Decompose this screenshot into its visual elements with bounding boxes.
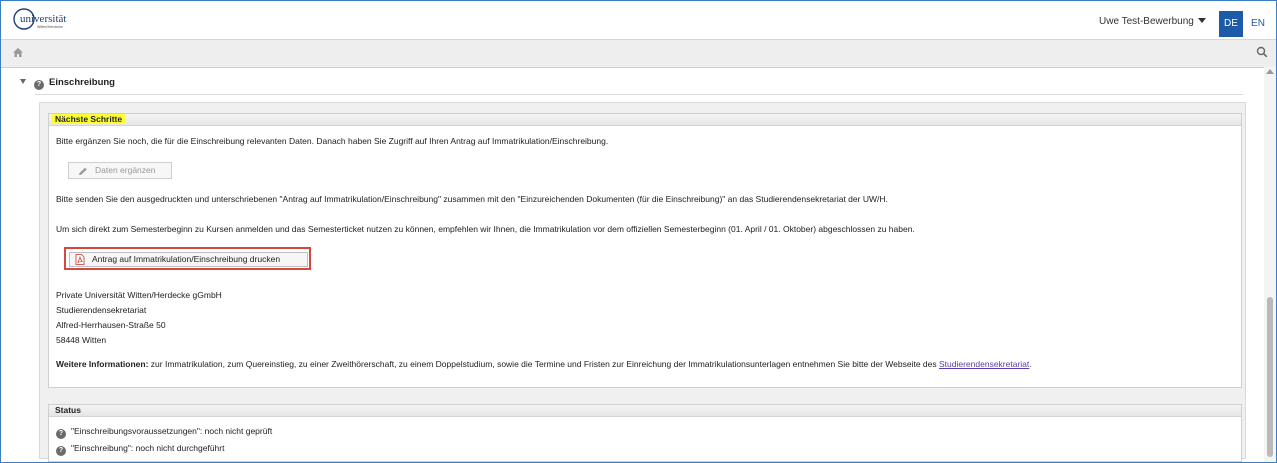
- print-application-label: Antrag auf Immatrikulation/Einschreibung…: [92, 254, 281, 264]
- status-item: ? "Einschreibungsvoraussetzungen": noch n…: [56, 426, 272, 439]
- caret-down-icon: [1197, 18, 1206, 23]
- search-icon[interactable]: [1256, 46, 1268, 60]
- address-line: Studierendensekretariat: [56, 305, 147, 315]
- complete-data-label: Daten ergänzen: [95, 165, 156, 175]
- window-frame: universität Witten/Herdecke Uwe Test-Bew…: [0, 0, 1277, 463]
- collapse-triangle-icon[interactable]: [20, 79, 26, 84]
- status-item: ? "Einschreibung": noch nicht durchgeführ…: [56, 443, 224, 456]
- complete-data-button[interactable]: Daten ergänzen: [68, 162, 172, 179]
- more-info-label: Weitere Informationen:: [56, 359, 149, 369]
- more-info-text: Weitere Informationen: zur Immatrikulati…: [56, 359, 1032, 369]
- status-item-text: "Einschreibung": noch nicht durchgeführt: [71, 443, 225, 453]
- status-title: Status: [55, 405, 81, 415]
- address-line: Private Universität Witten/Herdecke gGmb…: [56, 290, 222, 300]
- more-info-body: zur Immatrikulation, zum Quereinstieg, z…: [148, 359, 939, 369]
- pdf-icon: [75, 254, 85, 269]
- scrollbar[interactable]: [1264, 67, 1276, 462]
- intro-text: Bitte ergänzen Sie noch, die für die Ein…: [56, 136, 609, 146]
- address-line: 58448 Witten: [56, 335, 107, 345]
- print-application-button[interactable]: Antrag auf Immatrikulation/Einschreibung…: [64, 247, 311, 270]
- more-info-end: .: [1029, 359, 1032, 369]
- section-header[interactable]: ? Einschreibung: [20, 77, 115, 90]
- question-icon: ?: [34, 80, 44, 90]
- status-header: Status: [49, 405, 1241, 417]
- question-icon: ?: [56, 446, 66, 456]
- language-de[interactable]: DE: [1219, 11, 1243, 37]
- home-icon[interactable]: [12, 47, 24, 60]
- scrollbar-thumb[interactable]: [1267, 297, 1273, 457]
- pencil-icon: [78, 166, 88, 181]
- next-steps-header: Nächste Schritte: [49, 114, 1241, 126]
- status-panel: Status ? "Einschreibungsvoraussetzungen":…: [48, 404, 1242, 462]
- language-en[interactable]: EN: [1246, 11, 1270, 37]
- section-title: Einschreibung: [49, 77, 115, 88]
- university-logo[interactable]: universität Witten/Herdecke: [13, 7, 81, 31]
- address-line: Alfred-Herrhausen-Straße 50: [56, 320, 166, 330]
- status-item-text: "Einschreibungsvoraussetzungen": noch ni…: [71, 426, 273, 436]
- svg-text:Witten/Herdecke: Witten/Herdecke: [37, 25, 63, 29]
- svg-text:universität: universität: [20, 13, 66, 25]
- user-menu-label: Uwe Test-Bewerbung: [1099, 16, 1194, 27]
- nav-bar: [1, 39, 1276, 68]
- print-application-inner[interactable]: Antrag auf Immatrikulation/Einschreibung…: [69, 252, 308, 267]
- scroll-up-icon[interactable]: [1266, 69, 1274, 74]
- next-steps-panel: Nächste Schritte Bitte ergänzen Sie noch…: [48, 113, 1242, 388]
- top-bar: universität Witten/Herdecke Uwe Test-Bew…: [1, 1, 1276, 38]
- semester-text: Um sich direkt zum Semesterbeginn zu Kur…: [56, 224, 915, 234]
- user-menu[interactable]: Uwe Test-Bewerbung: [1099, 16, 1206, 27]
- question-icon: ?: [56, 429, 66, 439]
- studierendensekretariat-link[interactable]: Studierendensekretariat: [939, 359, 1029, 369]
- send-instructions-text: Bitte senden Sie den ausgedruckten und u…: [56, 194, 888, 204]
- divider: [35, 94, 1243, 95]
- next-steps-title: Nächste Schritte: [52, 114, 126, 124]
